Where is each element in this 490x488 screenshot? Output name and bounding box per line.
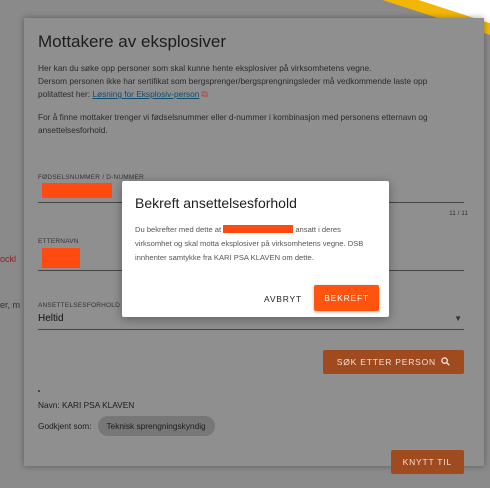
- intro-text-3-prefix: politattest her:: [38, 89, 93, 99]
- cancel-button[interactable]: AVBRYT: [260, 287, 306, 311]
- search-person-label: SØK ETTER PERSON: [336, 357, 436, 367]
- confirm-employment-dialog: Bekreft ansettelsesforhold Du bekrefter …: [122, 181, 389, 317]
- lastname-redaction: [42, 248, 80, 268]
- external-link-icon: ⧉: [201, 89, 208, 99]
- attach-button-label: KNYTT TIL: [402, 457, 452, 467]
- dialog-body: Du bekrefter med dette at ansatt i deres…: [135, 223, 378, 265]
- instruction-text-2: ansettelsesforhold.: [38, 125, 108, 135]
- approval-chip: Teknisk sprengningskyndig: [97, 416, 215, 436]
- eksplosiv-person-link[interactable]: Løsning for Eksplosiv-person: [92, 89, 199, 99]
- ssn-char-counter: 11 / 11: [449, 210, 468, 217]
- approved-row: Godkjent som: Teknisk sprengningskyndig: [38, 416, 215, 436]
- search-icon: [441, 356, 450, 368]
- ssn-label: FØDSELSNUMMER / D-NUMMER: [38, 174, 144, 181]
- page-title: Mottakere av eksplosiver: [38, 32, 227, 51]
- instruction-text-1: For å finne mottaker trenger vi fødselsn…: [38, 112, 428, 122]
- person-name: Navn: KARI PSA KLAVEN: [38, 400, 135, 410]
- approved-label: Godkjent som:: [38, 421, 92, 431]
- left-edge-text-2: er, m: [0, 300, 21, 310]
- ssn-redaction: [42, 183, 112, 198]
- employment-underline: [38, 329, 464, 330]
- left-edge-text-1: ockl: [0, 254, 17, 264]
- attach-button[interactable]: KNYTT TIL: [390, 450, 464, 474]
- confirm-button[interactable]: BEKREFT: [314, 285, 379, 311]
- intro-text-1: Her kan du søke opp personer som skal ku…: [38, 63, 372, 73]
- dialog-name-redaction: [223, 225, 294, 233]
- divider-dot: [38, 390, 40, 392]
- dialog-body-start: Du bekrefter med dette at: [135, 225, 224, 234]
- intro-text-2: Dersom personen ikke har sertifikat som …: [38, 76, 428, 86]
- dialog-title: Bekreft ansettelsesforhold: [135, 195, 297, 211]
- search-person-button[interactable]: SØK ETTER PERSON: [322, 350, 464, 374]
- intro-text-3: politattest her: Løsning for Eksplosiv-p…: [38, 88, 472, 101]
- chevron-down-icon: ▼: [454, 314, 462, 323]
